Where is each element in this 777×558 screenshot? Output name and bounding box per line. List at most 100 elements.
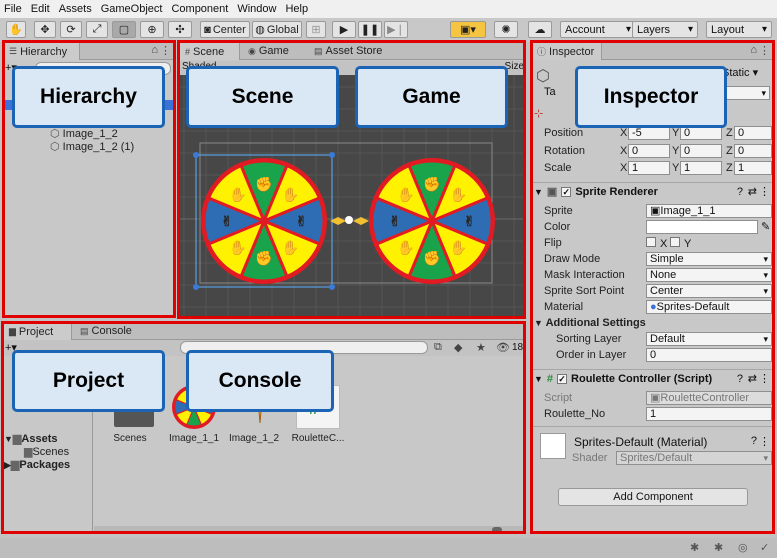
resize-handle[interactable]	[193, 284, 199, 290]
scale-tool-icon[interactable]: ⤢	[86, 21, 108, 38]
position-y-field[interactable]: 0	[680, 126, 722, 140]
menu-help[interactable]: Help	[285, 3, 308, 15]
kebab-menu-icon[interactable]: ⋮	[759, 372, 770, 385]
scale-z-field[interactable]: 1	[734, 161, 772, 175]
draw-mode-dropdown[interactable]: Simple	[646, 252, 772, 266]
additional-settings-foldout[interactable]: ▼ Additional Settings	[534, 317, 646, 329]
order-in-layer-field[interactable]: 0	[646, 348, 772, 362]
menu-window[interactable]: Window	[237, 3, 276, 15]
rotation-x-field[interactable]: 0	[628, 144, 670, 158]
sort-point-dropdown[interactable]: Center	[646, 284, 772, 298]
collapse-arrow-icon[interactable]: ▼	[534, 374, 543, 384]
settings-icon[interactable]: ✱	[714, 541, 723, 554]
hierarchy-item[interactable]: ⬡ Image_1_2 (1)	[50, 140, 134, 153]
flip-x-checkbox[interactable]	[646, 237, 656, 247]
kebab-menu-icon[interactable]: ⋮	[759, 185, 770, 198]
tab-scene[interactable]: # Scene	[178, 42, 240, 60]
move-tool-icon[interactable]: ✥	[34, 21, 56, 38]
layers-dropdown[interactable]: Layers	[632, 21, 698, 38]
roulette-enabled-checkbox[interactable]: ✓	[557, 373, 568, 384]
help-icon[interactable]: ?	[737, 186, 743, 198]
lock-icon[interactable]: ⌂	[151, 44, 158, 56]
custom-tool-icon[interactable]: ✣	[168, 21, 192, 38]
pause-button[interactable]: ❚❚	[358, 21, 382, 38]
grid-snap-icon[interactable]: ⊞	[306, 21, 326, 38]
mask-interaction-dropdown[interactable]: None	[646, 268, 772, 282]
resize-handle[interactable]	[193, 152, 199, 158]
roulette-controller-header[interactable]: ▼ # ✓ Roulette Controller (Script) ? ⇄ ⋮	[530, 369, 775, 387]
filter-label-icon[interactable]: ◆	[454, 341, 462, 354]
expand-arrow-icon[interactable]: ▶	[4, 460, 11, 470]
lock-icon[interactable]: ⌂	[750, 44, 757, 56]
collab-button[interactable]: ▣▾	[450, 21, 486, 38]
progress-icon[interactable]: ◎	[738, 541, 748, 554]
preset-icon[interactable]: ⇄	[748, 372, 757, 385]
rotation-y-field[interactable]: 0	[680, 144, 722, 158]
sprite-renderer-header[interactable]: ▼ ▣ ✓ Sprite Renderer ? ⇄ ⋮	[530, 182, 775, 200]
step-button[interactable]: ▶❘	[384, 21, 408, 38]
preset-icon[interactable]: ⇄	[748, 185, 757, 198]
collapse-arrow-icon[interactable]: ▼	[4, 434, 13, 444]
flip-y-checkbox[interactable]	[670, 237, 680, 247]
add-component-button[interactable]: Add Component	[558, 488, 748, 506]
sprite-field[interactable]: ▣Image_1_1	[646, 204, 772, 218]
static-toggle[interactable]: Static ▾	[722, 66, 758, 79]
position-z-field[interactable]: 0	[734, 126, 772, 140]
sprite-renderer-enabled-checkbox[interactable]: ✓	[561, 186, 572, 197]
tab-project[interactable]: ▆ Project	[2, 322, 72, 340]
rotation-z-field[interactable]: 0	[734, 144, 772, 158]
transform-tool-icon[interactable]: ⊕	[140, 21, 164, 38]
tab-asset-store[interactable]: ▤ Asset Store	[308, 42, 390, 60]
kebab-menu-icon[interactable]: ⋮	[759, 44, 770, 57]
sorting-layer-dropdown[interactable]: Default	[646, 332, 772, 346]
account-dropdown[interactable]: Account	[560, 21, 636, 38]
collapse-arrow-icon[interactable]: ▼	[534, 318, 543, 328]
cloud-icon[interactable]: ☁	[528, 21, 552, 38]
zoom-slider-handle[interactable]	[492, 527, 502, 533]
roulette-wheel-left[interactable]: ✊ ✋ ✌ ✋ ✊ ✋ ✌ ✋	[201, 158, 327, 284]
rotate-tool-icon[interactable]: ⟳	[60, 21, 82, 38]
scale-x-field[interactable]: 1	[628, 161, 670, 175]
resize-handle[interactable]	[329, 152, 335, 158]
rect-tool-icon[interactable]: ▢	[112, 21, 136, 38]
tab-hierarchy[interactable]: ☰ Hierarchy	[2, 42, 80, 60]
eyedropper-icon[interactable]: ✎	[761, 220, 770, 233]
tree-packages[interactable]: ▶▆Packages	[4, 458, 70, 471]
scale-y-field[interactable]: 1	[680, 161, 722, 175]
menu-edit[interactable]: Edit	[31, 3, 50, 15]
kebab-menu-icon[interactable]: ⋮	[160, 44, 171, 57]
help-icon[interactable]: ?	[737, 373, 743, 385]
favorite-icon[interactable]: ★	[476, 341, 486, 354]
roulette-no-field[interactable]: 1	[646, 407, 772, 421]
menu-file[interactable]: File	[4, 3, 22, 15]
tab-inspector[interactable]: ⓘ Inspector	[530, 42, 602, 60]
resize-handle[interactable]	[329, 284, 335, 290]
tree-scenes[interactable]: ▆Scenes	[24, 445, 69, 458]
menu-gameobject[interactable]: GameObject	[101, 3, 163, 15]
hand-tool-icon[interactable]: ✋	[6, 21, 26, 38]
check-icon[interactable]: ✓	[760, 541, 769, 554]
flip-y-toggle[interactable]: Y	[670, 237, 691, 250]
help-icon[interactable]: ?	[751, 435, 757, 447]
color-swatch[interactable]	[646, 220, 758, 234]
hidden-packages-icon[interactable]: 👁	[496, 341, 510, 354]
menu-component[interactable]: Component	[171, 3, 228, 15]
kebab-menu-icon[interactable]: ⋮	[759, 435, 770, 448]
collapse-arrow-icon[interactable]: ▼	[534, 187, 543, 197]
roulette-wheel-right[interactable]: ✊ ✋ ✌ ✋ ✊ ✋ ✌ ✋	[369, 158, 495, 284]
tree-assets[interactable]: ▼▆Assets	[4, 432, 57, 445]
play-button[interactable]: ▶	[332, 21, 356, 38]
tab-game[interactable]: ◉ Game	[242, 42, 302, 60]
flip-x-toggle[interactable]: X	[646, 237, 667, 250]
layout-dropdown[interactable]: Layout	[706, 21, 772, 38]
services-icon[interactable]: ✺	[494, 21, 518, 38]
hierarchy-item[interactable]: ⬡ Image_1_2	[50, 127, 118, 140]
pivot-global-button[interactable]: ◍ Global	[252, 21, 302, 38]
tab-console[interactable]: ▤ Console	[74, 322, 144, 340]
pivot-center-button[interactable]: ◙ Center	[200, 21, 250, 38]
filter-type-icon[interactable]: ⧉	[434, 341, 442, 354]
material-field[interactable]: ●Sprites-Default	[646, 300, 772, 314]
menu-assets[interactable]: Assets	[59, 3, 92, 15]
bug-icon[interactable]: ✱	[690, 541, 699, 554]
position-x-field[interactable]: -5	[628, 126, 670, 140]
